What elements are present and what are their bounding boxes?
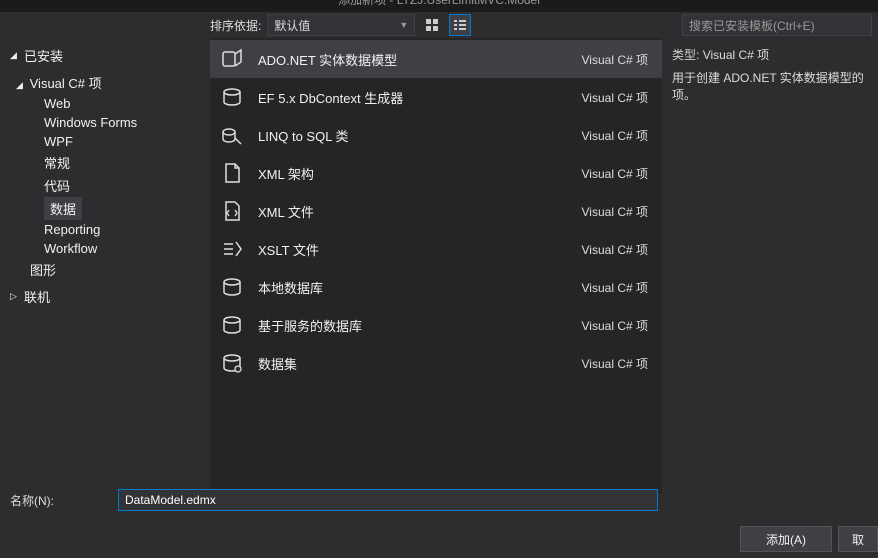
template-row[interactable]: LINQ to SQL 类 Visual C# 项 xyxy=(210,116,662,154)
template-lang: Visual C# 项 xyxy=(582,165,648,182)
add-button[interactable]: 添加(A) xyxy=(740,526,832,552)
tree-online[interactable]: ▷ 联机 xyxy=(0,281,210,308)
template-row[interactable]: 数据集 Visual C# 项 xyxy=(210,344,662,382)
toolbar: 排序依据: 默认值 ▼ 搜索已安装模板(Ctrl+E) xyxy=(0,12,878,38)
name-label: 名称(N): xyxy=(10,492,118,509)
linq-icon xyxy=(220,123,244,147)
tree-panel: ◢ 已安装 ◢ Visual C# 项 Web Windows Forms WP… xyxy=(0,38,210,494)
template-label: ADO.NET 实体数据模型 xyxy=(258,50,582,69)
template-lang: Visual C# 项 xyxy=(582,355,648,372)
tree-sub-wpf[interactable]: WPF xyxy=(0,132,210,151)
chevron-down-icon: ▼ xyxy=(399,20,408,30)
template-lang: Visual C# 项 xyxy=(582,127,648,144)
template-label: 基于服务的数据库 xyxy=(258,316,582,335)
template-row[interactable]: 基于服务的数据库 Visual C# 项 xyxy=(210,306,662,344)
dialog-buttons: 添加(A) 取 xyxy=(740,526,878,552)
view-grid-button[interactable] xyxy=(421,14,443,36)
name-input[interactable]: DataModel.edmx xyxy=(118,489,658,511)
dbcontext-icon xyxy=(220,85,244,109)
sort-dropdown[interactable]: 默认值 ▼ xyxy=(267,14,415,36)
template-label: LINQ to SQL 类 xyxy=(258,126,582,145)
template-lang: Visual C# 项 xyxy=(582,89,648,106)
template-row[interactable]: 本地数据库 Visual C# 项 xyxy=(210,268,662,306)
tree-installed[interactable]: ◢ 已安装 xyxy=(0,42,210,71)
template-lang: Visual C# 项 xyxy=(582,241,648,258)
template-lang: Visual C# 项 xyxy=(582,203,648,220)
tree-csharp-label: Visual C# 项 xyxy=(30,76,102,91)
dataset-icon xyxy=(220,351,244,375)
sort-value: 默认值 xyxy=(274,17,310,34)
tree-sub-winforms[interactable]: Windows Forms xyxy=(0,113,210,132)
tree-sub-web[interactable]: Web xyxy=(0,94,210,113)
type-value: Visual C# 项 xyxy=(703,48,769,62)
template-row[interactable]: XSLT 文件 Visual C# 项 xyxy=(210,230,662,268)
details-panel: 类型: Visual C# 项 用于创建 ADO.NET 实体数据模型的项。 xyxy=(662,38,878,494)
template-row[interactable]: ADO.NET 实体数据模型 Visual C# 项 xyxy=(210,40,662,78)
template-label: EF 5.x DbContext 生成器 xyxy=(258,88,582,107)
tree-sub-code[interactable]: 代码 xyxy=(0,174,210,197)
search-input[interactable]: 搜索已安装模板(Ctrl+E) xyxy=(682,14,872,36)
window-title: 添加新项 - LTZJ.UserLimitMVC.Model xyxy=(0,0,878,12)
tree-sub-data[interactable]: 数据 xyxy=(44,197,82,220)
template-row[interactable]: EF 5.x DbContext 生成器 Visual C# 项 xyxy=(210,78,662,116)
tree-csharp[interactable]: ◢ Visual C# 项 xyxy=(0,71,210,94)
edmx-icon xyxy=(220,47,244,71)
template-row[interactable]: XML 文件 Visual C# 项 xyxy=(210,192,662,230)
localdb-icon xyxy=(220,275,244,299)
cancel-button[interactable]: 取 xyxy=(838,526,878,552)
template-lang: Visual C# 项 xyxy=(582,317,648,334)
template-lang: Visual C# 项 xyxy=(582,279,648,296)
tree-sub-workflow[interactable]: Workflow xyxy=(0,239,210,258)
tree-installed-label: 已安装 xyxy=(24,46,63,65)
template-label: 本地数据库 xyxy=(258,278,582,297)
template-label: XML 架构 xyxy=(258,164,582,183)
template-lang: Visual C# 项 xyxy=(582,51,648,68)
search-placeholder: 搜索已安装模板(Ctrl+E) xyxy=(689,17,815,34)
tree-online-label: 联机 xyxy=(24,287,50,306)
template-row[interactable]: XML 架构 Visual C# 项 xyxy=(210,154,662,192)
type-label: 类型: xyxy=(672,48,699,62)
xsd-icon xyxy=(220,161,244,185)
servicedb-icon xyxy=(220,313,244,337)
tree-sub-general[interactable]: 常规 xyxy=(0,151,210,174)
tree-graphics[interactable]: 图形 xyxy=(0,258,210,281)
xslt-icon xyxy=(220,237,244,261)
tree-expand-icon: ▷ xyxy=(10,291,20,302)
template-label: 数据集 xyxy=(258,354,582,373)
tree-collapse-icon: ◢ xyxy=(16,80,26,91)
template-label: XSLT 文件 xyxy=(258,240,582,259)
main: ◢ 已安装 ◢ Visual C# 项 Web Windows Forms WP… xyxy=(0,38,878,494)
template-description: 用于创建 ADO.NET 实体数据模型的项。 xyxy=(672,69,868,103)
tree-collapse-icon: ◢ xyxy=(10,50,20,61)
name-row: 名称(N): DataModel.edmx xyxy=(0,486,878,514)
template-label: XML 文件 xyxy=(258,202,582,221)
sort-label: 排序依据: xyxy=(210,17,261,34)
template-list: ADO.NET 实体数据模型 Visual C# 项 EF 5.x DbCont… xyxy=(210,38,662,494)
name-value: DataModel.edmx xyxy=(125,493,216,507)
tree-sub-reporting[interactable]: Reporting xyxy=(0,220,210,239)
xml-icon xyxy=(220,199,244,223)
view-list-button[interactable] xyxy=(449,14,471,36)
